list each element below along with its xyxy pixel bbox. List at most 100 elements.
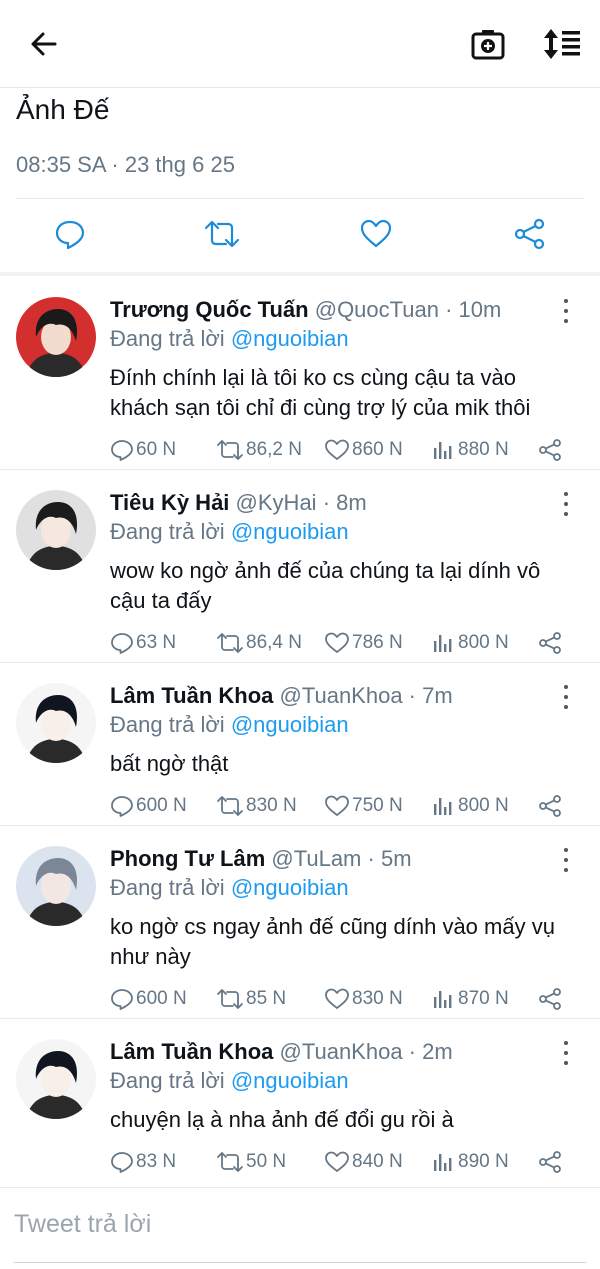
replying-to: Đang trả lời @nguoibian	[110, 712, 349, 738]
display-name[interactable]: Phong Tư Lâm	[110, 846, 265, 871]
mention-link[interactable]: @nguoibian	[231, 519, 349, 544]
replying-prefix: Đang trả lời	[110, 875, 225, 900]
main-tweet-actions	[0, 200, 600, 272]
heart-icon	[325, 439, 349, 460]
retweet-count-button[interactable]: 85 N	[216, 984, 286, 1014]
share-icon	[539, 632, 561, 654]
like-count: 860 N	[352, 439, 403, 460]
more-options-button[interactable]	[556, 848, 576, 872]
like-count-button[interactable]: 860 N	[324, 435, 403, 465]
share-icon	[539, 988, 561, 1010]
mention-link[interactable]: @nguoibian	[231, 326, 349, 351]
view-count-button[interactable]: 890 N	[432, 1147, 509, 1177]
retweet-count: 85 N	[246, 988, 287, 1009]
reply-time: 2m	[422, 1039, 453, 1064]
reply-text: ko ngờ cs ngay ảnh đế cũng dính vào mấy …	[110, 914, 555, 969]
retweet-button[interactable]	[204, 216, 240, 252]
like-count: 840 N	[352, 1151, 403, 1172]
retweet-count-button[interactable]: 830 N	[216, 791, 297, 821]
replying-to: Đang trả lời @nguoibian	[110, 326, 349, 352]
more-options-button[interactable]	[556, 492, 576, 516]
reply-tweet[interactable]: Trương Quốc Tuấn @QuocTuan · 10m Đang trả…	[0, 277, 600, 470]
camera-button[interactable]	[470, 26, 506, 62]
retweet-count-button[interactable]: 86,2 N	[216, 435, 302, 465]
avatar[interactable]	[16, 683, 96, 763]
reply-tweet[interactable]: Lâm Tuần Khoa @TuanKhoa · 2m Đang trả lời…	[0, 1019, 600, 1188]
share-button[interactable]	[538, 1147, 562, 1177]
user-handle: @QuocTuan	[314, 297, 439, 322]
display-name[interactable]: Lâm Tuần Khoa	[110, 1039, 273, 1064]
reply-tweet[interactable]: Tiêu Kỳ Hải @KyHai · 8m Đang trả lời @ngu…	[0, 470, 600, 663]
reply-time: 5m	[380, 846, 412, 871]
retweet-count: 86,4 N	[246, 632, 302, 653]
reply-header: Trương Quốc Tuấn @QuocTuan · 10m	[110, 297, 501, 323]
reply-icon	[111, 633, 133, 654]
like-count-button[interactable]: 786 N	[324, 628, 403, 658]
main-tweet-timestamp: 08:35 SA · 23 thg 6 25	[16, 152, 235, 177]
reply-input[interactable]: Tweet trả lời	[14, 1210, 151, 1239]
reply-composer[interactable]: Tweet trả lời	[0, 1188, 600, 1269]
sort-button[interactable]	[542, 26, 582, 62]
reply-count-button[interactable]: 600 N	[110, 791, 187, 821]
view-count: 880 N	[458, 439, 509, 460]
like-count-button[interactable]: 840 N	[324, 1147, 403, 1177]
mention-link[interactable]: @nguoibian	[231, 712, 349, 737]
reply-tweet[interactable]: Lâm Tuần Khoa @TuanKhoa · 7m Đang trả lời…	[0, 663, 600, 826]
avatar[interactable]	[16, 297, 96, 377]
retweet-count-button[interactable]: 50 N	[216, 1147, 286, 1177]
view-count-button[interactable]: 800 N	[432, 791, 509, 821]
display-name[interactable]: Trương Quốc Tuấn	[110, 297, 309, 322]
reply-count-button[interactable]: 63 N	[110, 628, 176, 658]
reply-tweet[interactable]: Phong Tư Lâm @TuLam · 5m Đang trả lời @ng…	[0, 826, 600, 1019]
heart-icon	[325, 632, 349, 653]
like-count-button[interactable]: 750 N	[324, 791, 403, 821]
view-count-button[interactable]: 800 N	[432, 628, 509, 658]
reply-icon	[111, 796, 133, 817]
more-options-button[interactable]	[556, 299, 576, 323]
display-name[interactable]: Lâm Tuần Khoa	[110, 683, 273, 708]
reply-text: bất ngờ thật	[110, 751, 229, 776]
back-button[interactable]	[26, 26, 62, 62]
heart-icon	[325, 1151, 349, 1172]
reply-count-button[interactable]: 60 N	[110, 435, 176, 465]
reply-header: Lâm Tuần Khoa @TuanKhoa · 2m	[110, 1039, 453, 1065]
share-button[interactable]	[538, 791, 562, 821]
share-button[interactable]	[512, 216, 548, 252]
retweet-count-button[interactable]: 86,4 N	[216, 628, 302, 658]
user-handle: @TuLam	[271, 846, 362, 871]
mention-link[interactable]: @nguoibian	[231, 875, 349, 900]
reply-metrics: 600 N 830 N 750 N 800 N	[110, 791, 590, 821]
display-name[interactable]: Tiêu Kỳ Hải	[110, 490, 229, 515]
reply-text: wow ko ngờ ảnh đế của chúng ta lại dính …	[110, 558, 541, 613]
retweet-icon	[217, 633, 243, 653]
reply-count-button[interactable]: 600 N	[110, 984, 187, 1014]
reply-icon	[111, 1152, 133, 1173]
share-button[interactable]	[538, 984, 562, 1014]
divider	[16, 198, 584, 199]
main-tweet-text-tail: Ảnh Đế	[16, 94, 110, 125]
top-bar	[0, 0, 600, 88]
like-button[interactable]	[358, 216, 394, 252]
view-count-button[interactable]: 870 N	[432, 984, 509, 1014]
arrow-left-icon	[31, 32, 57, 56]
like-count-button[interactable]: 830 N	[324, 984, 403, 1014]
more-options-button[interactable]	[556, 685, 576, 709]
share-icon	[539, 795, 561, 817]
reply-button[interactable]	[52, 216, 88, 252]
view-count-button[interactable]: 880 N	[432, 435, 509, 465]
heart-icon	[325, 795, 349, 816]
mention-link[interactable]: @nguoibian	[231, 1068, 349, 1093]
share-button[interactable]	[538, 628, 562, 658]
avatar[interactable]	[16, 1039, 96, 1119]
reply-metrics: 60 N 86,2 N 860 N 880 N	[110, 435, 590, 465]
more-options-button[interactable]	[556, 1041, 576, 1065]
reply-time: 7m	[422, 683, 453, 708]
share-button[interactable]	[538, 435, 562, 465]
share-icon	[539, 1151, 561, 1173]
avatar[interactable]	[16, 490, 96, 570]
share-icon	[514, 218, 545, 250]
reply-count-button[interactable]: 83 N	[110, 1147, 176, 1177]
avatar[interactable]	[16, 846, 96, 926]
view-count: 870 N	[458, 988, 509, 1009]
reply-header: Phong Tư Lâm @TuLam · 5m	[110, 846, 412, 872]
